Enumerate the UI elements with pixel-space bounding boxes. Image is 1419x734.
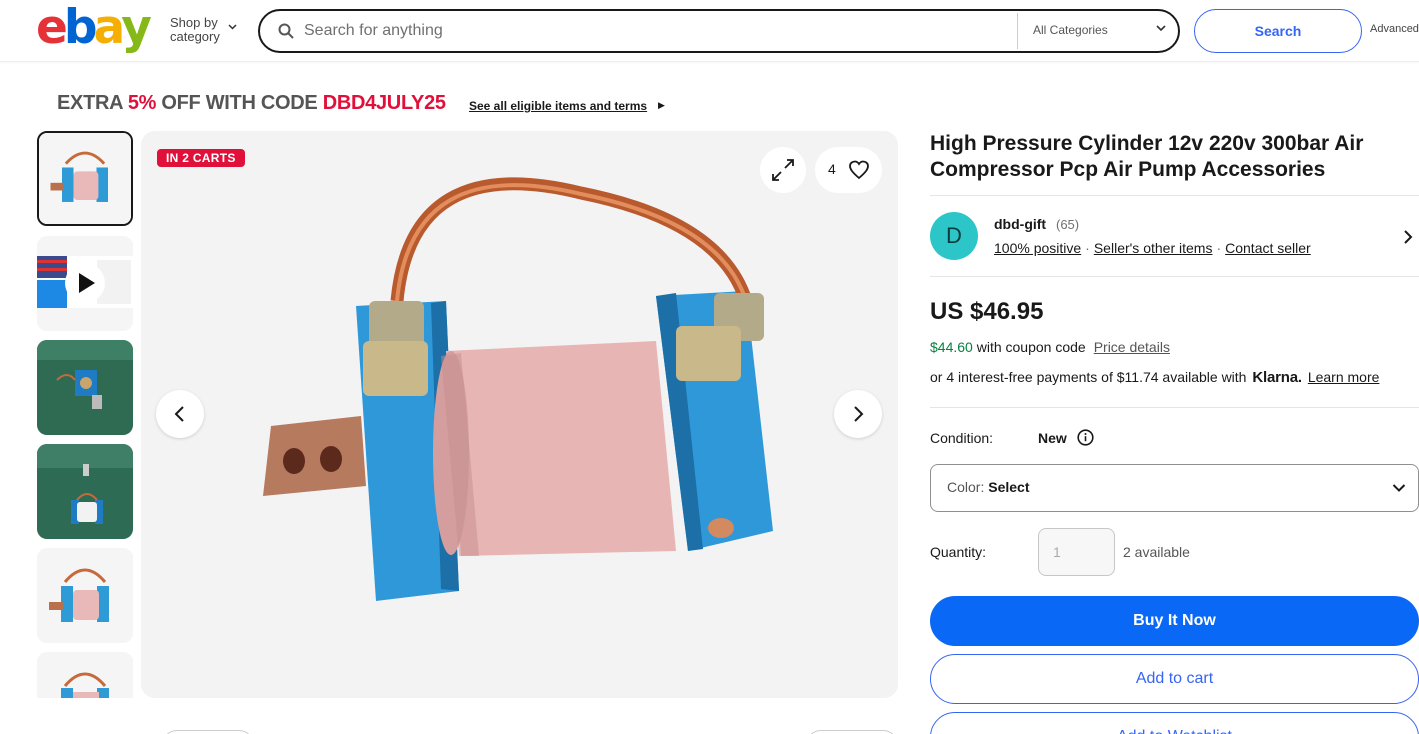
ebay-logo[interactable]: ebay	[36, 0, 152, 55]
klarna-logo: Klarna.	[1252, 369, 1302, 386]
promo-middle: OFF WITH CODE	[156, 92, 323, 114]
thumbnail-6[interactable]	[37, 652, 133, 698]
price-details-link[interactable]: Price details	[1094, 339, 1170, 355]
site-header: ebay Shop by category All Categories Sea…	[0, 0, 1419, 62]
in-carts-badge: IN 2 CARTS	[157, 149, 245, 167]
thumbnail-5[interactable]	[37, 548, 133, 643]
quantity-input[interactable]	[1038, 528, 1115, 576]
chevron-right-icon[interactable]	[1402, 229, 1414, 245]
share-button[interactable]	[806, 730, 898, 734]
separator-dot: ·	[1216, 240, 1222, 256]
thumbnail-4[interactable]	[37, 444, 133, 539]
quantity-label: Quantity:	[930, 544, 987, 560]
shop-by-category-button[interactable]: Shop by category	[170, 15, 237, 44]
color-select-label: Color: Select	[947, 479, 1030, 495]
condition-label: Condition:	[930, 430, 994, 446]
item-price: US $46.95	[930, 298, 1044, 325]
promo-percent: 5%	[127, 92, 157, 114]
chevron-down-icon	[1156, 25, 1166, 32]
logo-letter-a: a	[93, 0, 126, 55]
logo-letter-e: e	[36, 0, 68, 55]
product-thumbnail-image	[37, 652, 133, 698]
promo-prefix: EXTRA	[57, 92, 128, 114]
next-image-button[interactable]	[834, 390, 882, 438]
color-select[interactable]: Color: Select	[930, 464, 1419, 512]
search-divider	[1017, 13, 1018, 49]
main-product-image[interactable]: IN 2 CARTS 4	[141, 131, 898, 698]
info-icon[interactable]	[1077, 429, 1094, 446]
klarna-text: or 4 interest-free payments of $11.74 av…	[930, 369, 1247, 385]
thumbnail-1[interactable]	[37, 131, 133, 226]
condition-value: New	[1038, 430, 1067, 446]
seller-feedback-count: (65)	[1056, 217, 1080, 232]
coupon-line: $44.60 with coupon code Price details	[930, 339, 1170, 355]
product-title: High Pressure Cylinder 12v 220v 300bar A…	[930, 132, 1364, 181]
logo-letter-b: b	[63, 0, 98, 55]
category-select[interactable]: All Categories	[1033, 23, 1108, 37]
shop-by-label: Shop by	[170, 15, 218, 30]
seller-positive-link[interactable]: 100% positive	[994, 240, 1081, 256]
chevron-left-icon	[174, 406, 184, 422]
product-thumbnail-image	[39, 133, 131, 224]
video-thumbnail-image	[37, 236, 133, 331]
promo-terms-link[interactable]: See all eligible items and terms	[469, 99, 647, 113]
quantity-available: 2 available	[1123, 544, 1190, 560]
thumbnail-3[interactable]	[37, 340, 133, 435]
advanced-search-link[interactable]: Advanced	[1370, 23, 1419, 35]
coupon-price: $44.60	[930, 339, 973, 355]
coupon-text: with coupon code	[972, 339, 1086, 355]
search-bar: All Categories	[258, 9, 1180, 53]
color-select-value: Select	[988, 479, 1030, 495]
triangle-right-icon: ▶	[658, 100, 665, 110]
add-to-cart-button[interactable]: Add to cart	[930, 654, 1419, 704]
previous-image-button[interactable]	[156, 390, 204, 438]
separator-dot: ·	[1085, 240, 1090, 256]
heart-icon	[849, 160, 869, 180]
watchers-button[interactable]: 4	[815, 147, 882, 193]
chevron-down-icon	[228, 24, 237, 30]
search-button[interactable]: Search	[1194, 9, 1362, 53]
chevron-right-icon	[854, 406, 864, 422]
watcher-count: 4	[828, 161, 836, 177]
thumbnail-video[interactable]	[37, 236, 133, 331]
search-icon	[278, 23, 294, 39]
buy-it-now-button[interactable]: Buy It Now	[930, 596, 1419, 646]
seller-name[interactable]: dbd-gift	[994, 216, 1046, 232]
seller-other-items-link[interactable]: Seller's other items	[1094, 240, 1213, 256]
contact-seller-link[interactable]: Contact seller	[1225, 240, 1311, 256]
gallery-action-button[interactable]	[162, 730, 254, 734]
promo-code: DBD4JULY25	[322, 92, 446, 114]
search-input[interactable]	[304, 19, 1004, 43]
divider	[930, 195, 1419, 196]
promo-banner: EXTRA 5% OFF WITH CODE DBD4JULY25	[57, 92, 446, 115]
divider	[930, 276, 1419, 277]
expand-icon	[772, 159, 794, 181]
product-thumbnail-image	[37, 340, 133, 435]
klarna-line: or 4 interest-free payments of $11.74 av…	[930, 369, 1379, 386]
product-thumbnail-image	[37, 548, 133, 643]
learn-more-link[interactable]: Learn more	[1308, 369, 1380, 385]
category-label: category	[170, 29, 220, 44]
logo-letter-y: y	[121, 0, 152, 55]
product-thumbnail-image	[37, 444, 133, 539]
chevron-down-icon	[1392, 484, 1406, 492]
expand-image-button[interactable]	[760, 147, 806, 193]
seller-links: 100% positive · Seller's other items · Conta…	[994, 240, 1311, 256]
seller-avatar[interactable]: D	[930, 212, 978, 260]
product-image	[141, 131, 898, 698]
divider	[930, 407, 1419, 408]
add-to-watchlist-button[interactable]: Add to Watchlist	[930, 712, 1419, 734]
